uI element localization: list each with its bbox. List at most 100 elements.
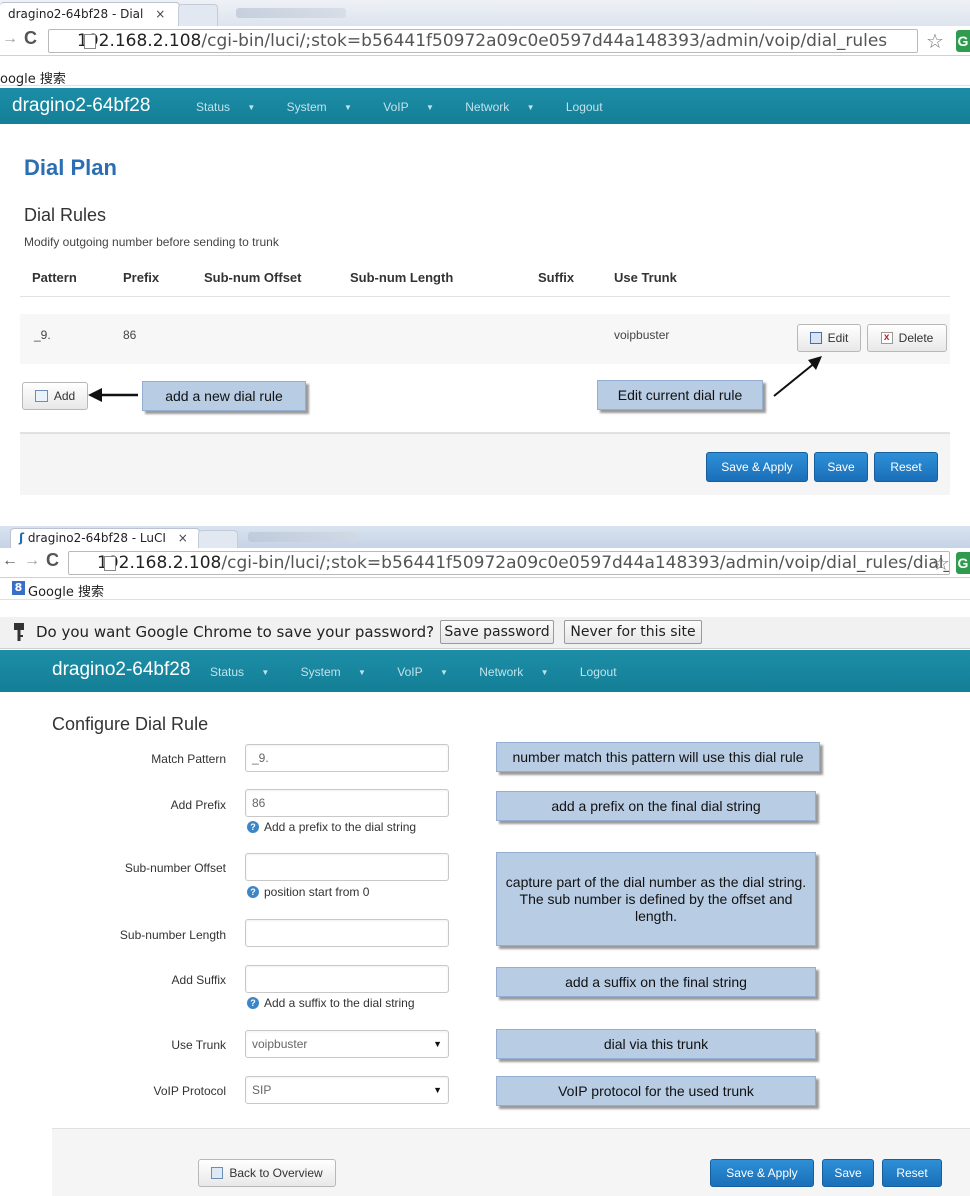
back-to-overview-button[interactable]: Back to Overview: [198, 1159, 336, 1187]
tab-title: dragino2-64bf28 - LuCI: [27, 531, 166, 545]
dropdown-arrow-icon: ▼: [433, 1039, 442, 1049]
match-pattern-input[interactable]: _9.: [245, 744, 449, 772]
callout-sub-number: capture part of the dial number as the d…: [496, 852, 816, 946]
section-title: Configure Dial Rule: [52, 714, 209, 734]
dropdown-arrow-icon: ▼: [433, 1085, 442, 1095]
help-icon: ?: [247, 997, 259, 1009]
new-tab-button[interactable]: [198, 530, 238, 548]
section-title: Dial Rules: [24, 205, 107, 225]
save-button[interactable]: Save: [822, 1159, 874, 1187]
hint-text: position start from 0: [264, 885, 370, 899]
cell-prefix: 86: [123, 328, 137, 342]
save-button[interactable]: Save: [814, 452, 868, 482]
extension-icon[interactable]: G: [956, 30, 970, 52]
label-add-prefix: Add Prefix: [170, 798, 226, 812]
forward-arrow-icon[interactable]: →: [24, 552, 40, 570]
bookmark-item[interactable]: oogle 搜索: [0, 68, 66, 87]
browser-tab[interactable]: ʃ dragino2-64bf28 - LuCI ×: [10, 528, 200, 548]
menu-voip[interactable]: VoIP ▼: [397, 665, 462, 679]
edit-button[interactable]: Edit: [797, 324, 861, 352]
browser-tab[interactable]: dragino2-64bf28 - Dial ×: [0, 2, 180, 26]
address-bar[interactable]: 192.168.2.108/cgi-bin/luci/;stok=b56441f…: [48, 29, 918, 53]
divider: [20, 296, 950, 297]
save-apply-button[interactable]: Save & Apply: [706, 452, 808, 482]
menu-label: System: [300, 665, 341, 679]
menu-voip[interactable]: VoIP ▼: [383, 100, 448, 114]
arrow-to-add-icon: [88, 388, 138, 402]
luci-tab-icon: ʃ: [19, 531, 24, 545]
menu-network[interactable]: Network ▼: [465, 100, 548, 114]
page-icon: [84, 34, 96, 49]
callout-edit-rule: Edit current dial rule: [597, 380, 763, 410]
callout-prefix: add a prefix on the final dial string: [496, 791, 816, 821]
bookmark-star-icon[interactable]: ☆: [932, 551, 950, 576]
menu-status[interactable]: Status ▼: [210, 665, 283, 679]
label-match-pattern: Match Pattern: [151, 752, 226, 766]
save-apply-button[interactable]: Save & Apply: [710, 1159, 814, 1187]
label-voip-protocol: VoIP Protocol: [153, 1084, 227, 1098]
reload-icon[interactable]: C: [24, 28, 37, 49]
voip-protocol-select[interactable]: SIP ▼: [245, 1076, 449, 1104]
reload-icon[interactable]: C: [46, 550, 59, 571]
add-icon: [34, 390, 48, 402]
caret-down-icon: ▼: [344, 103, 352, 113]
tab-title: dragino2-64bf28 - Dial: [8, 7, 144, 21]
col-pattern: Pattern: [32, 270, 77, 285]
new-tab-button[interactable]: [178, 4, 218, 26]
help-icon: ?: [247, 821, 259, 833]
address-bar[interactable]: 192.168.2.108/cgi-bin/luci/;stok=b56441f…: [68, 551, 950, 575]
menu-system[interactable]: System ▼: [287, 100, 366, 114]
extension-icon[interactable]: G: [956, 552, 970, 574]
add-suffix-input[interactable]: [245, 965, 449, 993]
bookmark-item[interactable]: Google 搜索: [28, 581, 104, 600]
bookmarks-bar: 8 Google 搜索: [0, 578, 970, 600]
select-value: voipbuster: [252, 1037, 308, 1051]
menu-system[interactable]: System ▼: [301, 665, 380, 679]
label-use-trunk: Use Trunk: [171, 1038, 226, 1052]
sub-offset-input[interactable]: [245, 853, 449, 881]
col-use-trunk: Use Trunk: [614, 270, 677, 285]
brand[interactable]: dragino2-64bf28: [52, 659, 190, 681]
add-prefix-input[interactable]: 86: [245, 789, 449, 817]
password-prompt: Do you want Google Chrome to save your p…: [36, 623, 435, 641]
menu-logout[interactable]: Logout: [580, 665, 631, 679]
hint-add-suffix: ? Add a suffix to the dial string: [247, 996, 415, 1010]
page-icon: [104, 556, 116, 571]
browser-tab-strip: ʃ dragino2-64bf28 - LuCI ×: [0, 526, 970, 548]
menu-label: Status: [196, 100, 231, 114]
delete-button[interactable]: x Delete: [867, 324, 947, 352]
tab-close-icon[interactable]: ×: [178, 531, 188, 545]
col-subnum-length: Sub-num Length: [350, 270, 454, 285]
save-password-button[interactable]: Save password: [440, 620, 554, 644]
blurred-tab: [248, 532, 358, 542]
sub-length-input[interactable]: [245, 919, 449, 947]
callout-pattern: number match this pattern will use this …: [496, 742, 820, 772]
caret-down-icon: ▼: [425, 103, 434, 113]
use-trunk-select[interactable]: voipbuster ▼: [245, 1030, 449, 1058]
add-button[interactable]: Add: [22, 382, 88, 410]
back-arrow-icon[interactable]: ←: [2, 552, 18, 570]
menu-label: Status: [210, 665, 245, 679]
reset-button[interactable]: Reset: [882, 1159, 942, 1187]
bookmark-star-icon[interactable]: ☆: [926, 29, 944, 54]
forward-arrow-icon[interactable]: →: [2, 30, 18, 48]
menu-network[interactable]: Network ▼: [479, 665, 562, 679]
reset-button[interactable]: Reset: [874, 452, 938, 482]
actions-bar: Save & Apply Save Reset: [20, 433, 950, 495]
help-icon: ?: [247, 886, 259, 898]
menu-logout[interactable]: Logout: [566, 100, 617, 114]
key-icon: [14, 623, 24, 641]
cell-trunk: voipbuster: [614, 328, 670, 342]
select-value: SIP: [252, 1083, 272, 1097]
menu-status[interactable]: Status ▼: [196, 100, 269, 114]
tab-close-icon[interactable]: ×: [155, 7, 165, 21]
hint-text: Add a prefix to the dial string: [264, 820, 417, 834]
caret-down-icon: ▼: [540, 668, 549, 678]
delete-icon: x: [880, 332, 893, 344]
brand[interactable]: dragino2-64bf28: [12, 95, 150, 117]
callout-trunk: dial via this trunk: [496, 1029, 816, 1059]
callout-add-rule: add a new dial rule: [142, 381, 306, 411]
never-save-button[interactable]: Never for this site: [564, 620, 702, 644]
menu-label: Logout: [579, 665, 617, 679]
col-subnum-offset: Sub-num Offset: [204, 270, 302, 285]
